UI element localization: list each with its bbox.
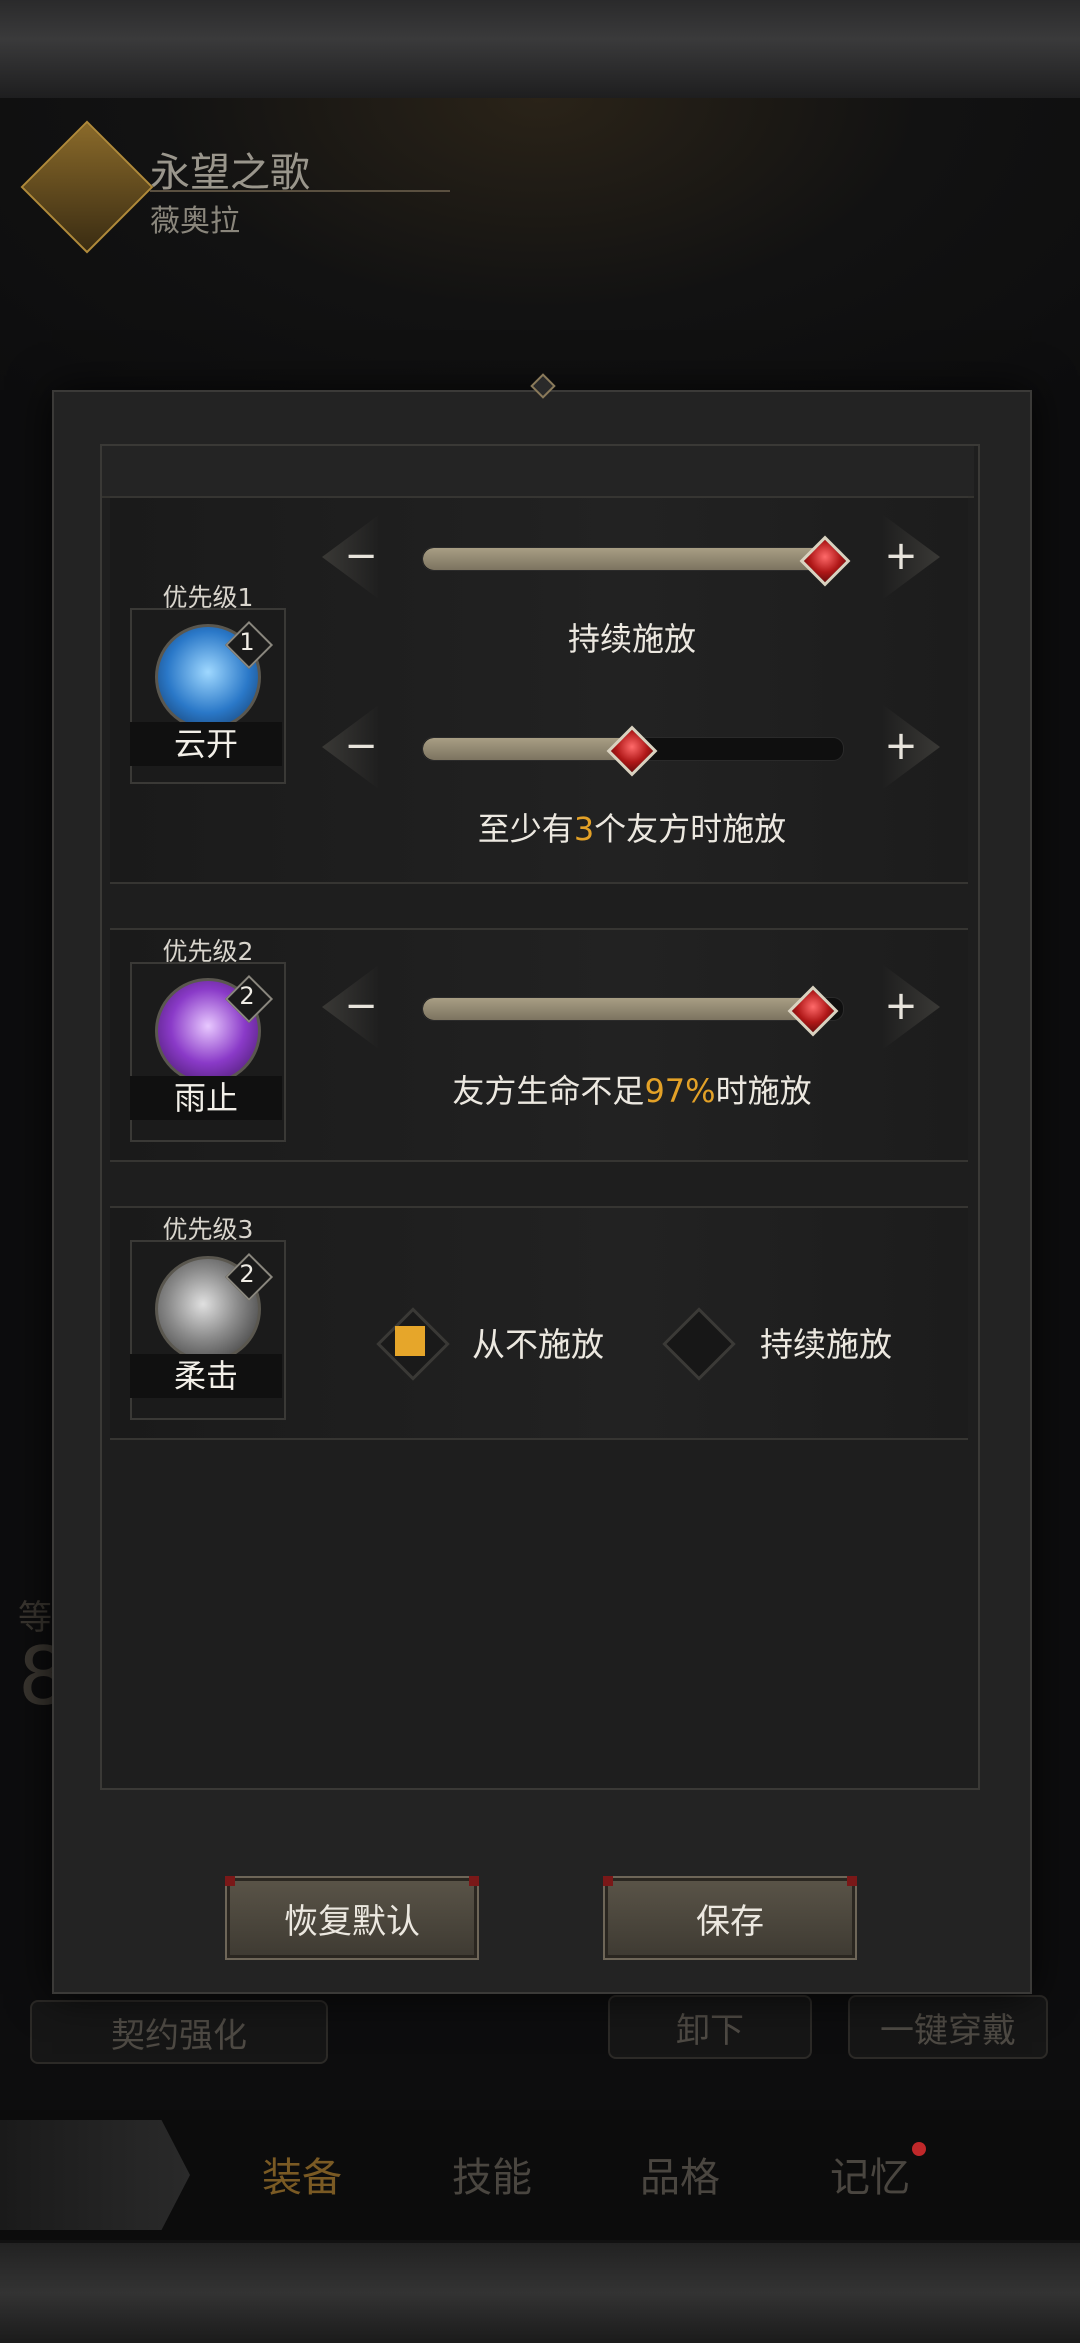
hp-threshold-slider-fill: [423, 998, 814, 1020]
button-corner: [469, 1876, 479, 1886]
restore-default-button[interactable]: 恢复默认: [225, 1876, 479, 1960]
hp-threshold-slider-track[interactable]: [422, 997, 844, 1021]
equip-all-button[interactable]: 一键穿戴: [848, 1995, 1048, 2059]
increase-button[interactable]: +: [872, 528, 930, 586]
back-arrow-icon[interactable]: [0, 2120, 190, 2230]
unequip-button[interactable]: 卸下: [608, 1995, 812, 2059]
skill-name: 雨止: [130, 1076, 282, 1120]
cast-condition-text: 至少有3个友方时施放: [477, 810, 787, 848]
top-frame-bar: [0, 0, 1080, 101]
cast-condition-text: 持续施放: [567, 620, 696, 658]
bottom-frame-bar: [0, 2240, 1080, 2343]
tab-traits[interactable]: 品格: [640, 2145, 720, 2203]
contract-enhance-button[interactable]: 契约强化: [30, 2000, 328, 2064]
button-corner: [847, 1876, 857, 1886]
decrease-button[interactable]: −: [332, 528, 390, 586]
cast-slider-fill: [423, 548, 827, 570]
option-never-cast-label[interactable]: 从不施放: [472, 1318, 604, 1366]
save-button[interactable]: 保存: [603, 1876, 857, 1960]
skill-name: 柔击: [130, 1354, 282, 1398]
decrease-button[interactable]: −: [332, 718, 390, 776]
decrease-button[interactable]: −: [332, 978, 390, 1036]
hero-subtitle: 薇奥拉: [150, 204, 240, 239]
checkmark-icon: [395, 1326, 425, 1356]
tab-memory[interactable]: 记忆: [830, 2145, 910, 2203]
cast-condition-text: 友方生命不足97%时施放: [452, 1072, 812, 1110]
ally-count-slider-fill: [423, 738, 633, 760]
tab-skills[interactable]: 技能: [452, 2145, 532, 2203]
skill-level: 2: [239, 982, 255, 1010]
tab-equipment[interactable]: 装备: [262, 2145, 342, 2203]
button-corner: [225, 1876, 235, 1886]
cast-slider-track[interactable]: [422, 547, 844, 571]
skill-list-header: [102, 446, 974, 498]
notification-dot: [912, 2142, 926, 2156]
button-corner: [603, 1876, 613, 1886]
skill-name: 云开: [130, 722, 282, 766]
hero-divider: [150, 190, 450, 192]
increase-button[interactable]: +: [872, 718, 930, 776]
skill-level: 2: [239, 1260, 255, 1288]
skill-level: 1: [239, 628, 255, 656]
increase-button[interactable]: +: [872, 978, 930, 1036]
option-always-cast-label[interactable]: 持续施放: [760, 1318, 892, 1366]
